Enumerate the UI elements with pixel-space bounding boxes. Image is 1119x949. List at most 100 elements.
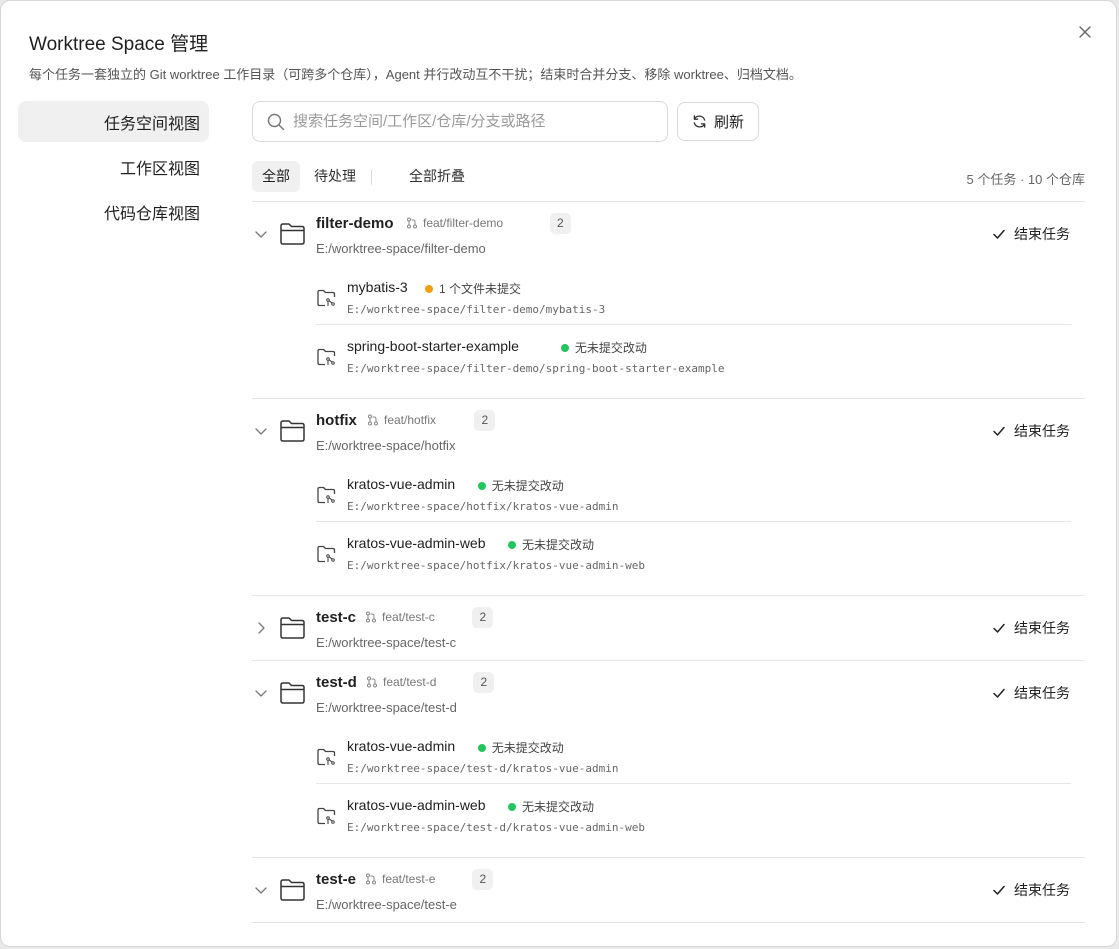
end-task-label: 结束任务 — [1014, 882, 1070, 898]
refresh-button[interactable]: 刷新 — [677, 102, 759, 141]
task-path: E:/worktree-space/test-c — [316, 635, 457, 650]
repo-name: spring-boot-starter-example — [347, 338, 519, 354]
git-branch-icon — [366, 611, 376, 623]
end-task-label: 结束任务 — [1014, 226, 1070, 242]
dialog-title: Worktree Space 管理 — [29, 34, 209, 55]
task-path: E:/worktree-space/filter-demo — [316, 241, 486, 256]
repo-status-label: 无未提交改动 — [522, 538, 595, 552]
folder-icon — [280, 879, 305, 901]
chevron-right-icon[interactable] — [254, 621, 268, 635]
task-name: hotfix — [316, 412, 357, 429]
repo-item[interactable]: kratos-vue-admin-web 无未提交改动 E:/worktree-sp… — [316, 783, 1071, 841]
task-header[interactable]: test-c feat/test-c 2 E:/worktree-space/test… — [252, 596, 1085, 660]
task-branch-label: feat/test-e — [382, 872, 436, 886]
filter-tab-all[interactable]: 全部 — [252, 161, 300, 192]
repo-status-label: 无未提交改动 — [491, 479, 564, 493]
sidebar: 任务空间视图 工作区视图 代码仓库视图 — [18, 101, 209, 236]
task-header[interactable]: test-e feat/test-e 2 E:/worktree-space/test… — [252, 858, 1085, 922]
filter-divider — [371, 170, 372, 185]
collapse-all-button[interactable]: 全部折叠 — [399, 161, 475, 192]
task-branch: feat/filter-demo — [406, 216, 503, 230]
end-task-button[interactable]: 结束任务 — [992, 421, 1070, 441]
filter-bar: 全部 待处理 全部折叠 5 个任务 · 10 个仓库 — [252, 161, 1085, 193]
chevron-down-icon[interactable] — [254, 227, 268, 241]
repo-status: 无未提交改动 — [508, 536, 594, 553]
task-list: filter-demo feat/filter-demo 2 E:/worktree-… — [252, 201, 1085, 946]
repo-path: E:/worktree-space/test-d/kratos-vue-admi… — [347, 821, 646, 834]
git-branch-icon — [368, 414, 378, 426]
folder-icon — [280, 682, 305, 704]
repo-count-badge: 2 — [472, 869, 494, 890]
task-path: E:/worktree-space/test-e — [316, 897, 457, 912]
task-header[interactable]: hotfix feat/hotfix 2 E:/worktree-space/hotf… — [252, 399, 1085, 463]
filter-tab-pending[interactable]: 待处理 — [304, 161, 366, 192]
end-task-button[interactable]: 结束任务 — [992, 618, 1070, 638]
repo-path: E:/worktree-space/hotfix/kratos-vue-admi… — [347, 500, 619, 513]
status-dot — [508, 802, 516, 811]
task-name: filter-demo — [316, 215, 394, 232]
worktree-dialog: Worktree Space 管理 每个任务一套独立的 Git worktree… — [0, 0, 1117, 947]
status-dot — [508, 540, 516, 549]
task-branch-label: feat/filter-demo — [423, 216, 504, 230]
end-task-button[interactable]: 结束任务 — [992, 880, 1070, 900]
repo-item[interactable]: kratos-vue-admin 无未提交改动 E:/worktree-space/… — [316, 725, 1071, 783]
repo-item[interactable]: spring-boot-starter-example 无未提交改动 E:/work… — [316, 324, 1071, 382]
folder-icon — [280, 617, 305, 639]
repo-name: mybatis-3 — [347, 279, 408, 295]
search-input[interactable] — [293, 113, 633, 130]
task-item: test-c feat/test-c 2 E:/worktree-space/test… — [252, 596, 1085, 661]
task-header[interactable]: test-d feat/test-d 2 E:/worktree-space/test… — [252, 661, 1085, 725]
repo-status: 无未提交改动 — [477, 477, 564, 494]
task-name: test-c — [316, 609, 357, 626]
repo-count-badge: 2 — [472, 607, 494, 628]
check-icon — [993, 623, 1005, 633]
repo-list: mybatis-3 1 个文件未提交 E:/worktree-space/filte… — [252, 266, 1085, 398]
task-header[interactable]: filter-demo feat/filter-demo 2 E:/worktree-… — [252, 202, 1085, 266]
check-icon — [993, 885, 1005, 895]
repo-count-badge: 2 — [474, 410, 496, 431]
repo-name: kratos-vue-admin-web — [347, 797, 486, 813]
repo-item[interactable]: kratos-vue-admin-web 无未提交改动 E:/worktree-sp… — [316, 521, 1071, 579]
task-item: test-e feat/test-e 2 E:/worktree-space/test… — [252, 858, 1085, 923]
chevron-down-icon[interactable] — [254, 424, 268, 438]
check-icon — [993, 229, 1005, 239]
repo-path: E:/worktree-space/filter-demo/spring-boo… — [347, 362, 725, 375]
repo-folder-icon — [317, 289, 336, 307]
repo-folder-icon — [317, 748, 336, 766]
check-icon — [993, 688, 1005, 698]
git-branch-icon — [366, 873, 376, 885]
repo-status: 无未提交改动 — [477, 739, 564, 756]
repo-item[interactable]: mybatis-3 1 个文件未提交 E:/worktree-space/filte… — [316, 266, 1071, 324]
sidebar-item-task-space[interactable]: 任务空间视图 — [18, 101, 209, 142]
repo-list: kratos-vue-admin 无未提交改动 E:/worktree-space/… — [252, 463, 1085, 595]
sidebar-item-workspace[interactable]: 工作区视图 — [18, 146, 209, 187]
task-branch: feat/test-e — [365, 872, 435, 886]
status-dot — [477, 481, 486, 490]
repo-path: E:/worktree-space/filter-demo/mybatis-3 — [347, 303, 606, 316]
end-task-label: 结束任务 — [1014, 685, 1070, 701]
chevron-down-icon[interactable] — [254, 686, 268, 700]
git-branch-icon — [367, 676, 377, 688]
folder-icon — [280, 223, 305, 245]
end-task-button[interactable]: 结束任务 — [992, 683, 1070, 703]
check-icon — [993, 426, 1005, 436]
folder-icon — [280, 420, 305, 442]
repo-name: kratos-vue-admin — [347, 738, 456, 754]
end-task-button[interactable]: 结束任务 — [992, 224, 1070, 244]
close-icon[interactable] — [1075, 22, 1095, 42]
repo-status: 无未提交改动 — [560, 339, 647, 356]
task-branch: feat/test-d — [366, 675, 436, 689]
search-box[interactable] — [252, 101, 668, 142]
sidebar-item-repository[interactable]: 代码仓库视图 — [18, 191, 209, 232]
repo-status: 无未提交改动 — [508, 798, 594, 815]
repo-status-label: 1 个文件未提交 — [438, 282, 521, 296]
refresh-label: 刷新 — [713, 114, 744, 131]
repo-folder-icon — [317, 545, 336, 563]
chevron-down-icon[interactable] — [254, 883, 268, 897]
status-dot — [477, 743, 486, 752]
repo-folder-icon — [317, 807, 336, 825]
task-item: test-d feat/test-d 2 E:/worktree-space/test… — [252, 661, 1085, 858]
repo-item[interactable]: kratos-vue-admin 无未提交改动 E:/worktree-space/… — [316, 463, 1071, 521]
task-item: filter-demo feat/filter-demo 2 E:/worktree-… — [252, 202, 1085, 399]
task-branch-label: feat/test-c — [382, 610, 435, 624]
